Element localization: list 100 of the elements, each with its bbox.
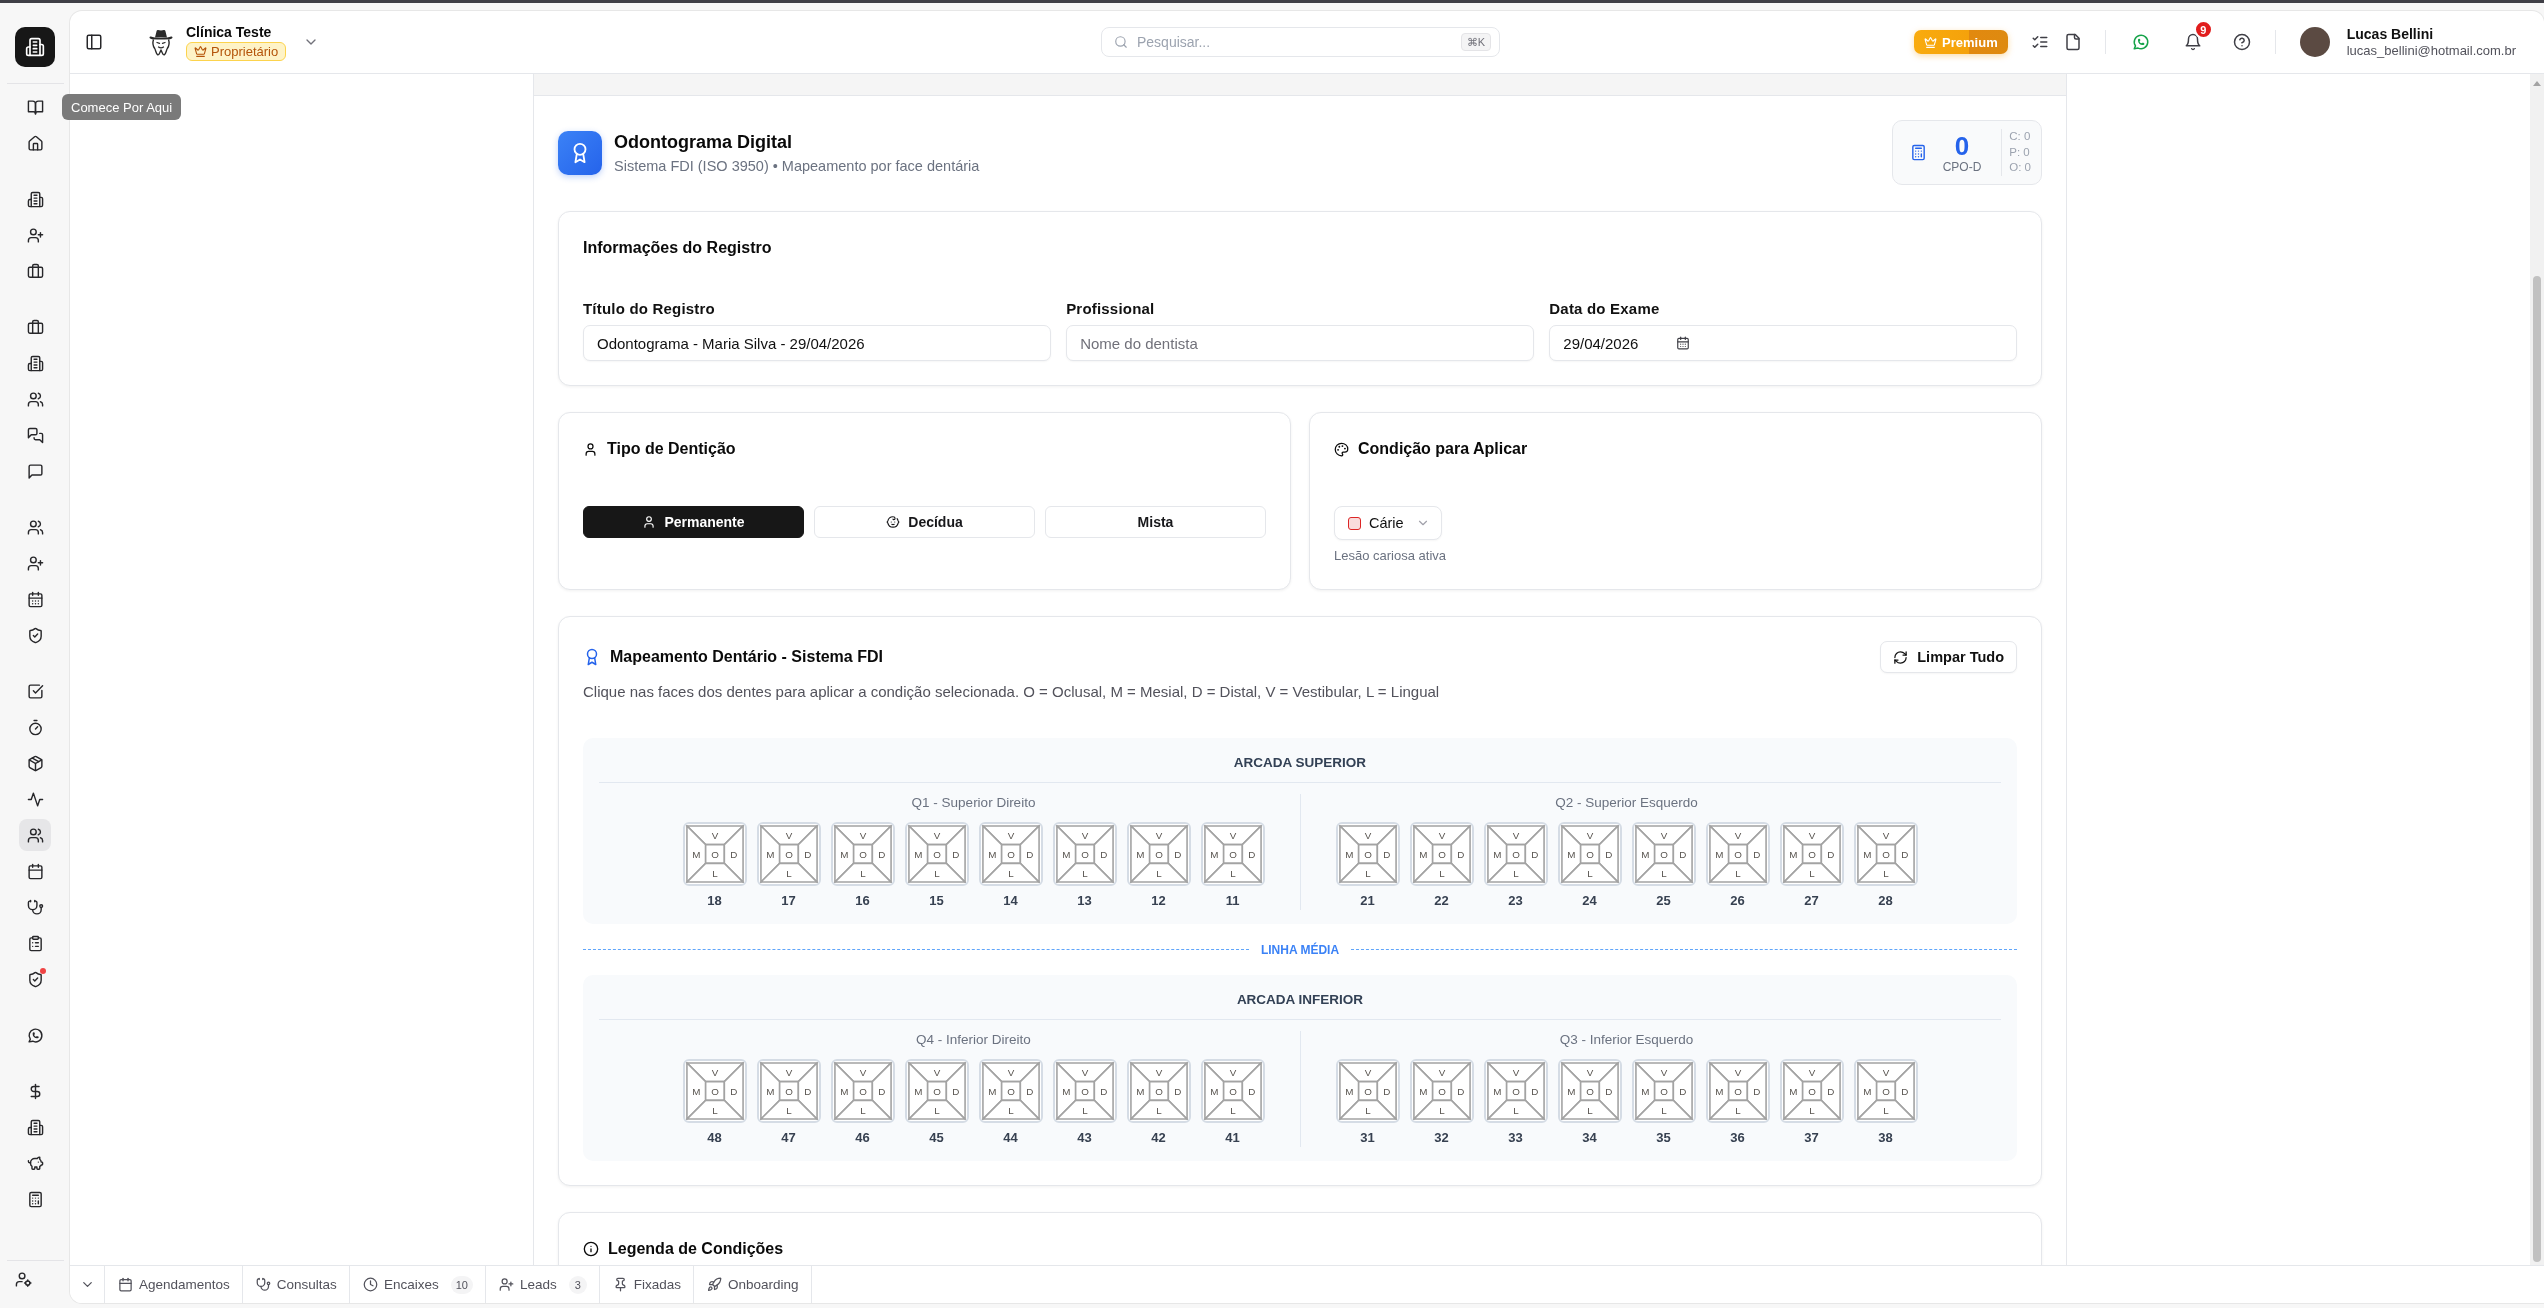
quick-access-tab[interactable]: Agendamentos — [105, 1266, 243, 1303]
tooth-face[interactable]: O — [1222, 1080, 1243, 1102]
tooth-face[interactable]: L — [1856, 862, 1915, 883]
tooth-face[interactable]: O — [852, 1080, 873, 1102]
tooth-face[interactable]: D — [1672, 1062, 1693, 1120]
sidebar-nav-button[interactable] — [19, 819, 51, 851]
tooth-face[interactable]: O — [1579, 843, 1600, 865]
tooth-face[interactable]: D — [1167, 1062, 1188, 1120]
tooth-face[interactable]: L — [1338, 1099, 1397, 1120]
tooth-face[interactable]: D — [1894, 825, 1915, 883]
tooth-face[interactable]: O — [704, 843, 725, 865]
dentition-option[interactable]: Decídua — [814, 506, 1035, 538]
tooth-face[interactable]: L — [1203, 862, 1262, 883]
tooth-face[interactable]: O — [778, 1080, 799, 1102]
tooth-face[interactable]: L — [685, 1099, 744, 1120]
tooth-face[interactable]: L — [1486, 1099, 1545, 1120]
tooth-face[interactable]: O — [1148, 843, 1169, 865]
tooth-face[interactable]: O — [1074, 1080, 1095, 1102]
tooth-face[interactable]: O — [1148, 1080, 1169, 1102]
tooth-face[interactable]: D — [1672, 825, 1693, 883]
tooth-face[interactable]: D — [1820, 825, 1841, 883]
tooth-face[interactable]: L — [685, 862, 744, 883]
tooth-face[interactable]: O — [1000, 1080, 1021, 1102]
tooth-face[interactable]: O — [1875, 843, 1896, 865]
tooth-face[interactable]: L — [1203, 1099, 1262, 1120]
tooth-face[interactable]: O — [926, 843, 947, 865]
sidebar-toggle-icon[interactable] — [85, 33, 103, 51]
tooth-face[interactable]: D — [1376, 1062, 1397, 1120]
tooth-face[interactable]: D — [1241, 1062, 1262, 1120]
tooth-face[interactable]: L — [833, 862, 892, 883]
tooth-face[interactable]: O — [1357, 843, 1378, 865]
tooth-face[interactable]: L — [1486, 862, 1545, 883]
tooth-face[interactable]: D — [1241, 825, 1262, 883]
tooth-face[interactable]: O — [852, 843, 873, 865]
tooth-face[interactable]: L — [1055, 1099, 1114, 1120]
phone-chat-icon[interactable] — [2131, 33, 2150, 51]
tooth-face[interactable]: L — [1338, 862, 1397, 883]
tooth-face[interactable]: L — [1129, 862, 1188, 883]
tooth-face[interactable]: O — [1222, 843, 1243, 865]
tooth-face[interactable]: O — [1653, 843, 1674, 865]
tooth-face[interactable]: O — [1653, 1080, 1674, 1102]
tooth-face[interactable]: D — [1820, 1062, 1841, 1120]
tooth-face[interactable]: D — [1746, 1062, 1767, 1120]
tooth-face[interactable]: O — [1074, 843, 1095, 865]
quick-access-tab[interactable]: Fixadas — [599, 1266, 694, 1303]
tooth-face[interactable]: D — [1019, 825, 1040, 883]
tooth-face[interactable]: D — [1598, 825, 1619, 883]
tooth-face[interactable]: D — [945, 1062, 966, 1120]
tooth-face[interactable]: D — [945, 825, 966, 883]
tooth-face[interactable]: O — [1357, 1080, 1378, 1102]
tooth-face[interactable]: L — [1634, 1099, 1693, 1120]
tooth-face[interactable]: L — [981, 862, 1040, 883]
tooth-face[interactable]: D — [797, 1062, 818, 1120]
tooth-face[interactable]: D — [723, 1062, 744, 1120]
tooth-face[interactable]: L — [1708, 1099, 1767, 1120]
tooth-face[interactable]: O — [1431, 1080, 1452, 1102]
tooth-face[interactable]: L — [1055, 862, 1114, 883]
dentition-option[interactable]: Mista — [1045, 506, 1266, 538]
tooth-face[interactable]: O — [1505, 1080, 1526, 1102]
scrollbar-thumb[interactable] — [2533, 276, 2541, 1262]
tooth-logo-icon[interactable] — [147, 27, 175, 57]
tooth-face[interactable]: D — [1746, 825, 1767, 883]
tooth-face[interactable]: L — [1782, 1099, 1841, 1120]
tooth-face[interactable]: L — [833, 1099, 892, 1120]
tooth-face[interactable]: O — [1727, 1080, 1748, 1102]
checklist-icon[interactable] — [2030, 33, 2049, 51]
user-settings-icon[interactable] — [15, 1270, 32, 1288]
tooth-face[interactable]: D — [1524, 825, 1545, 883]
tooth-face[interactable]: D — [1093, 1062, 1114, 1120]
clear-all-button[interactable]: Limpar Tudo — [1880, 641, 2017, 673]
text-field[interactable]: Nome do dentista — [1066, 325, 1534, 361]
tooth-face[interactable]: D — [871, 1062, 892, 1120]
quick-access-tab[interactable]: Leads 3 — [485, 1266, 600, 1303]
tooth-face[interactable]: D — [1019, 1062, 1040, 1120]
tooth-face[interactable]: O — [1875, 1080, 1896, 1102]
tooth-face[interactable]: O — [1801, 843, 1822, 865]
tooth-face[interactable]: O — [1000, 843, 1021, 865]
bell-icon[interactable] — [2183, 33, 2202, 51]
tooth-face[interactable]: L — [1634, 862, 1693, 883]
tooth-face[interactable]: D — [723, 825, 744, 883]
tooth-face[interactable]: L — [907, 1099, 966, 1120]
tooth-face[interactable]: O — [1505, 843, 1526, 865]
tooth-face[interactable]: L — [907, 862, 966, 883]
tooth-face[interactable]: L — [1412, 1099, 1471, 1120]
tooth-face[interactable]: D — [1598, 1062, 1619, 1120]
tooth-face[interactable]: O — [1579, 1080, 1600, 1102]
tooth-face[interactable]: L — [1856, 1099, 1915, 1120]
tooth-face[interactable]: O — [1727, 843, 1748, 865]
tooth-face[interactable]: L — [1412, 862, 1471, 883]
tooth-face[interactable]: L — [759, 1099, 818, 1120]
tooth-face[interactable]: L — [1129, 1099, 1188, 1120]
document-icon[interactable] — [2063, 33, 2082, 51]
tooth-face[interactable]: L — [1782, 862, 1841, 883]
tooth-face[interactable]: D — [1093, 825, 1114, 883]
quick-access-tab[interactable]: Encaixes 10 — [349, 1266, 486, 1303]
tooth-face[interactable]: D — [1376, 825, 1397, 883]
tooth-face[interactable]: O — [926, 1080, 947, 1102]
help-icon[interactable] — [2232, 33, 2251, 51]
tooth-face[interactable]: D — [871, 825, 892, 883]
calendar-icon[interactable] — [1676, 336, 1691, 350]
